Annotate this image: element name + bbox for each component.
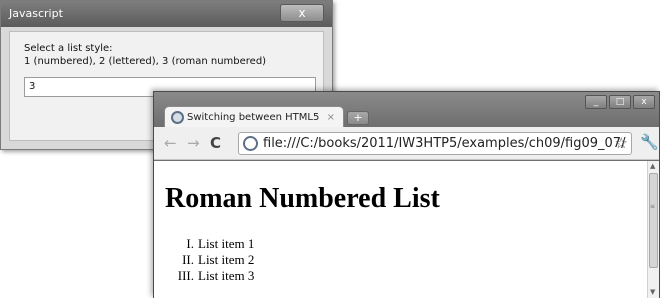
url-text[interactable]: file:///C:/books/2011/IW3HTP5/examples/c… [263, 133, 625, 154]
browser-tab[interactable]: Switching between HTML5 × [164, 106, 344, 128]
scroll-thumb[interactable] [649, 173, 658, 268]
dialog-titlebar: Javascript x [1, 1, 332, 27]
scroll-up-arrow-icon[interactable]: ▲ [650, 162, 655, 170]
browser-toolbar: ← → C file:///C:/books/2011/IW3HTP5/exam… [154, 127, 659, 160]
back-arrow-icon[interactable]: ← [164, 134, 177, 152]
page-title: Roman Numbered List [165, 183, 440, 214]
reload-icon[interactable]: C [210, 134, 221, 152]
bookmark-star-icon[interactable]: ☆ [615, 133, 628, 154]
list-item: II. List item 2 [168, 252, 254, 268]
maximize-button[interactable]: □ [609, 95, 631, 109]
list-item-text: List item 1 [198, 236, 255, 251]
scroll-down-arrow-icon[interactable]: ▼ [650, 288, 655, 296]
globe-icon [171, 111, 184, 124]
page-icon [243, 136, 258, 151]
list-numeral: III. [177, 268, 194, 283]
list-item: I. List item 1 [168, 236, 254, 252]
dialog-title: Javascript [9, 7, 63, 20]
page-viewport: Roman Numbered List I. List item 1 II. Lis… [154, 161, 659, 298]
browser-window: _ □ x Switching between HTML5 × + ← → C … [153, 91, 660, 298]
list-item-text: List item 3 [198, 268, 255, 283]
new-tab-button[interactable]: + [347, 111, 369, 125]
minimize-button[interactable]: _ [585, 95, 607, 109]
grip-icon: ≡ [650, 203, 656, 210]
address-bar[interactable]: file:///C:/books/2011/IW3HTP5/examples/c… [238, 132, 632, 155]
list-item-text: List item 2 [198, 252, 255, 267]
tab-close-icon[interactable]: × [327, 107, 335, 128]
vertical-scrollbar[interactable]: ▲ ≡ ▼ [647, 161, 659, 298]
wrench-icon[interactable]: 🔧 [640, 133, 659, 151]
window-controls: _ □ x [585, 95, 655, 109]
dialog-message: Select a list style: 1 (numbered), 2 (le… [24, 42, 266, 68]
dialog-message-line: Select a list style: [24, 43, 113, 54]
roman-numbered-list: I. List item 1 II. List item 2 III. List it… [168, 236, 255, 284]
list-numeral: II. [182, 252, 194, 267]
list-numeral: I. [186, 236, 194, 251]
dialog-close-button[interactable]: x [280, 4, 324, 22]
list-item: III. List item 3 [168, 268, 255, 284]
tab-title: Switching between HTML5 [187, 112, 320, 123]
dialog-message-line: 1 (numbered), 2 (lettered), 3 (roman num… [24, 56, 267, 67]
close-window-button[interactable]: x [633, 95, 655, 109]
forward-arrow-icon[interactable]: → [187, 134, 200, 152]
tab-strip: _ □ x Switching between HTML5 × + [154, 92, 659, 128]
